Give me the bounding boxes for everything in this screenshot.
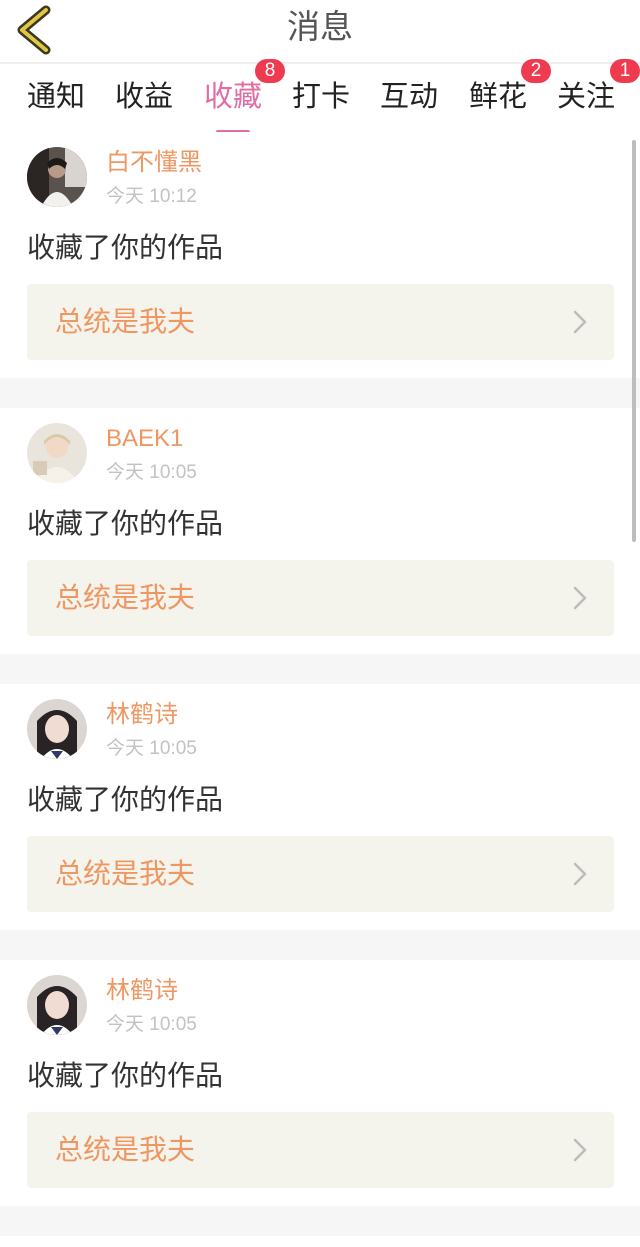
tab-notifications[interactable]: 通知 <box>26 76 86 130</box>
message-card: 林鹤诗 今天 10:05 收藏了你的作品 总统是我夫 <box>0 960 640 1206</box>
tab-label: 互动 <box>379 79 438 113</box>
message-list: 白不懂黑 今天 10:12 收藏了你的作品 总统是我夫 BAEK1 今天 10:… <box>0 132 640 1236</box>
username[interactable]: BAEK1 <box>106 424 183 454</box>
divider <box>0 654 640 684</box>
tab-checkin[interactable]: 打卡 <box>291 76 351 130</box>
tab-label: 关注 <box>556 79 615 113</box>
tab-label: 收益 <box>114 79 173 113</box>
tab-badge-follows: 1 <box>610 59 640 83</box>
timestamp: 今天 10:05 <box>106 1014 197 1035</box>
tab-favorites[interactable]: 收藏 <box>203 76 263 134</box>
chevron-right-icon <box>573 862 587 886</box>
divider <box>0 378 640 408</box>
action-text: 收藏了你的作品 <box>27 1059 224 1092</box>
tab-badge-flowers: 2 <box>521 59 551 83</box>
tab-label: 打卡 <box>291 79 350 113</box>
work-title: 总统是我夫 <box>55 857 196 890</box>
tab-label: 鲜花 <box>468 79 527 113</box>
avatar-photo-icon <box>27 423 87 483</box>
message-card: 林鹤诗 今天 10:05 收藏了你的作品 总统是我夫 <box>0 684 640 930</box>
work-link[interactable]: 总统是我夫 <box>27 1112 614 1188</box>
username[interactable]: 林鹤诗 <box>106 976 178 1006</box>
message-card: BAEK1 今天 10:05 收藏了你的作品 总统是我夫 <box>0 408 640 654</box>
avatar[interactable] <box>27 147 87 207</box>
avatar[interactable] <box>27 699 87 759</box>
tab-follows[interactable]: 关注 <box>556 76 616 130</box>
tab-interactions[interactable]: 互动 <box>379 76 439 130</box>
avatar-photo-icon <box>27 147 87 207</box>
work-link[interactable]: 总统是我夫 <box>27 560 614 636</box>
tab-earnings[interactable]: 收益 <box>114 76 174 130</box>
avatar[interactable] <box>27 975 87 1035</box>
timestamp: 今天 10:12 <box>106 186 197 207</box>
work-title: 总统是我夫 <box>55 1133 196 1166</box>
timestamp: 今天 10:05 <box>106 738 197 759</box>
divider <box>0 930 640 960</box>
tab-flowers[interactable]: 鲜花 <box>468 76 528 130</box>
timestamp: 今天 10:05 <box>106 462 197 483</box>
divider <box>0 1206 640 1236</box>
work-link[interactable]: 总统是我夫 <box>27 836 614 912</box>
work-link[interactable]: 总统是我夫 <box>27 284 614 360</box>
chevron-right-icon <box>573 310 587 334</box>
avatar[interactable] <box>27 423 87 483</box>
work-title: 总统是我夫 <box>55 305 196 338</box>
chevron-right-icon <box>573 1138 587 1162</box>
action-text: 收藏了你的作品 <box>27 231 224 264</box>
top-bar: 消息 <box>0 0 640 64</box>
tab-label: 通知 <box>26 79 85 113</box>
message-card: 白不懂黑 今天 10:12 收藏了你的作品 总统是我夫 <box>0 132 640 378</box>
avatar-photo-icon <box>27 699 87 759</box>
chevron-right-icon <box>573 586 587 610</box>
tab-bar: 通知 收益 收藏 打卡 互动 鲜花 关注 8 2 1 <box>0 59 640 134</box>
messages-page: 消息 通知 收益 收藏 打卡 互动 鲜花 关注 8 2 1 白不懂黑 今天 10… <box>0 0 640 1247</box>
tab-badge-favorites: 8 <box>255 59 285 83</box>
action-text: 收藏了你的作品 <box>27 783 224 816</box>
tab-label: 收藏 <box>203 79 262 113</box>
action-text: 收藏了你的作品 <box>27 507 224 540</box>
page-title: 消息 <box>287 7 353 46</box>
avatar-photo-icon <box>27 975 87 1035</box>
work-title: 总统是我夫 <box>55 581 196 614</box>
username[interactable]: 白不懂黑 <box>106 148 202 178</box>
username[interactable]: 林鹤诗 <box>106 700 178 730</box>
scrollbar[interactable] <box>632 140 636 542</box>
